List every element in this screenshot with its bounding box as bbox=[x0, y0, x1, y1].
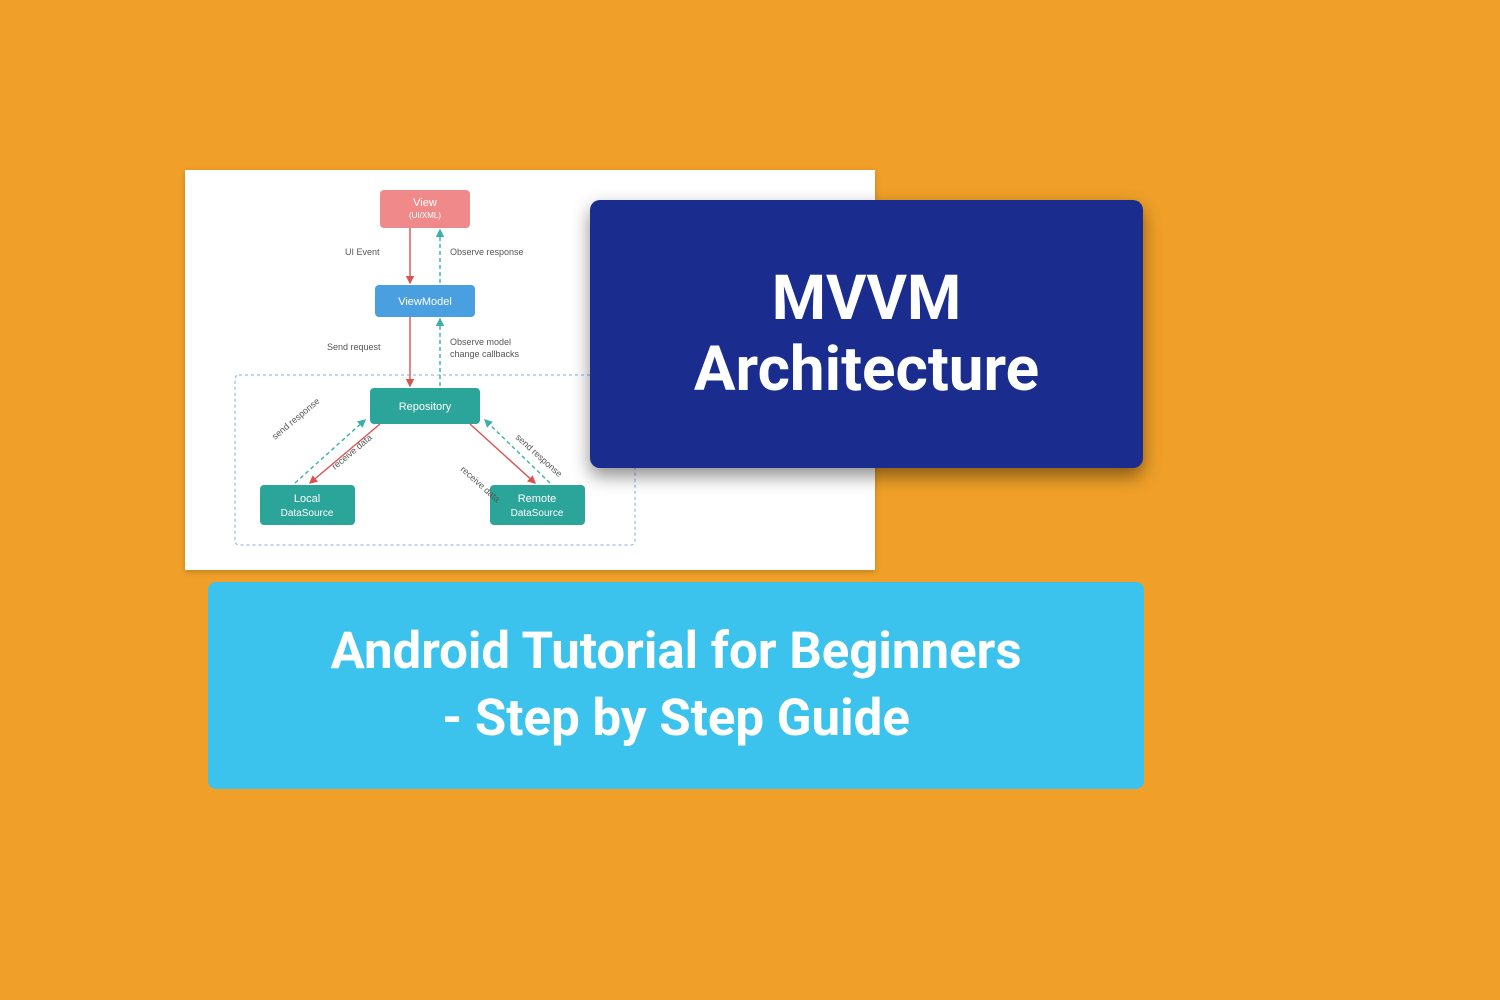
title-line-1: MVVM bbox=[694, 263, 1039, 334]
arrow-repo-to-remote bbox=[470, 424, 535, 483]
repository-title: Repository bbox=[399, 401, 452, 413]
subtitle-line-1: Android Tutorial for Beginners bbox=[330, 619, 1021, 685]
viewmodel-title: ViewModel bbox=[398, 296, 452, 308]
label-observe-model: Observe model bbox=[450, 337, 511, 347]
view-node bbox=[380, 190, 470, 228]
label-ui-event: UI Event bbox=[345, 247, 380, 257]
local-subtitle: DataSource bbox=[281, 508, 334, 519]
title-line-2: Architecture bbox=[694, 334, 1039, 405]
remote-datasource-node bbox=[490, 485, 585, 525]
label-change-callbacks: change callbacks bbox=[450, 349, 520, 359]
local-datasource-node bbox=[260, 485, 355, 525]
label-send-response-left: send response bbox=[270, 396, 322, 442]
local-title: Local bbox=[294, 493, 320, 505]
title-card: MVVM Architecture bbox=[590, 200, 1143, 468]
label-receive-data-right: receive data bbox=[459, 464, 502, 504]
label-observe-response: Observe response bbox=[450, 247, 524, 257]
label-receive-data-left: receive data bbox=[330, 432, 374, 471]
remote-subtitle: DataSource bbox=[511, 508, 564, 519]
subtitle-card: Android Tutorial for Beginners - Step by… bbox=[208, 582, 1144, 789]
view-title: View bbox=[413, 197, 437, 209]
view-subtitle: (UI/XML) bbox=[409, 211, 441, 220]
remote-title: Remote bbox=[518, 493, 557, 505]
subtitle-line-2: - Step by Step Guide bbox=[330, 686, 1021, 752]
label-send-request: Send request bbox=[327, 342, 381, 352]
